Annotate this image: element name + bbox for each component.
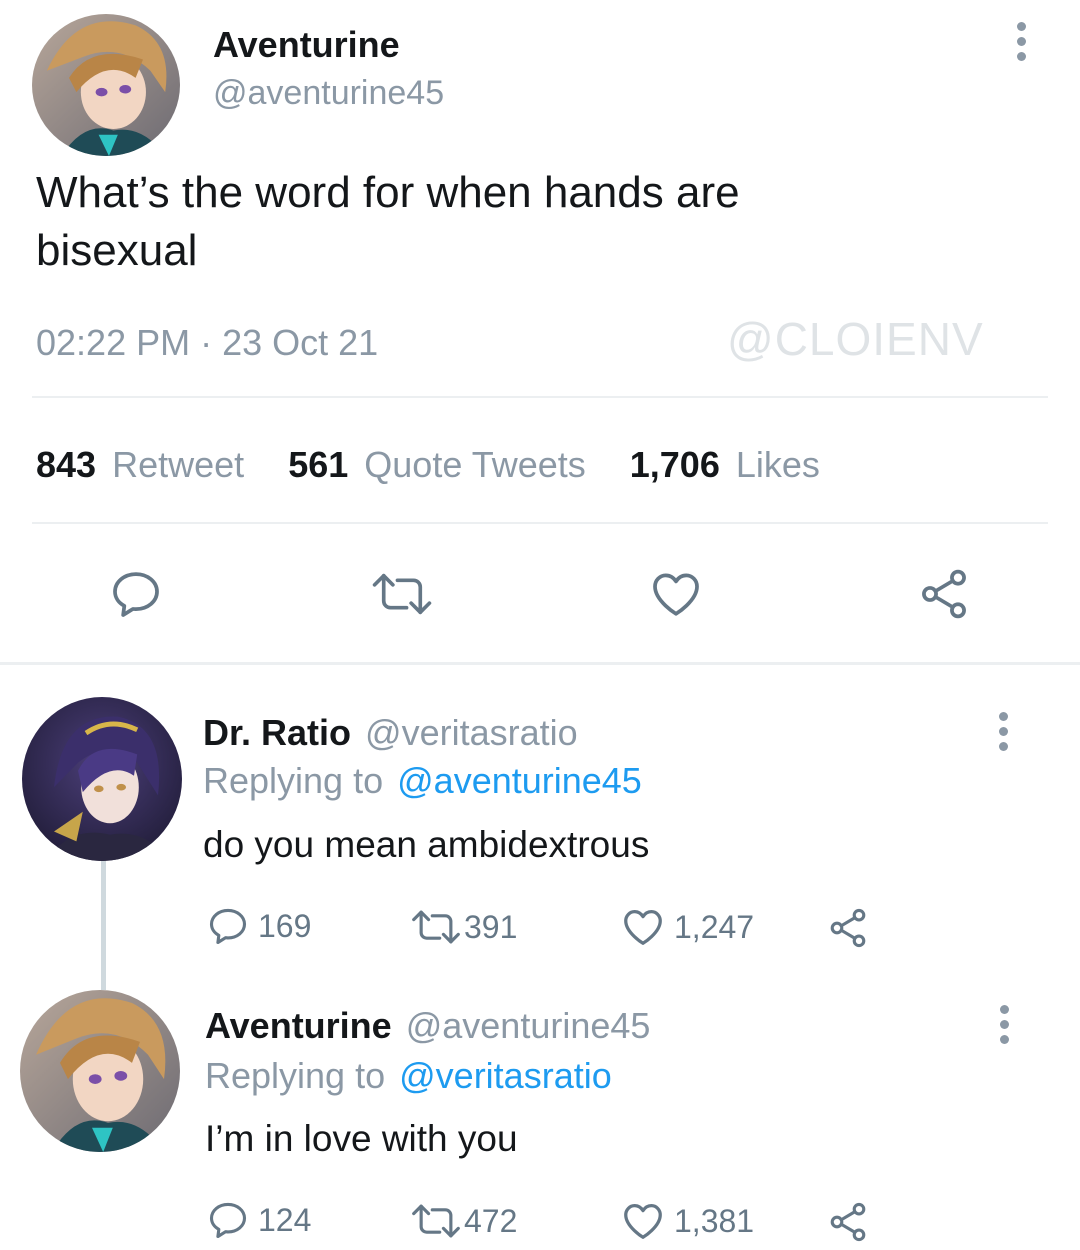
share-button[interactable] bbox=[916, 566, 972, 622]
reply-author-handle[interactable]: @aventurine45 bbox=[406, 1005, 651, 1046]
like-count: 1,381 bbox=[674, 1202, 755, 1239]
reply-count: 124 bbox=[258, 1201, 312, 1238]
author-avatar[interactable] bbox=[32, 14, 180, 156]
retweet-count: 391 bbox=[464, 908, 518, 945]
reply-author-name[interactable]: Aventurine bbox=[205, 1005, 392, 1046]
retweet-icon bbox=[412, 910, 460, 944]
reply-count: 169 bbox=[258, 907, 312, 944]
tweet-timestamp[interactable]: 02:22 PM · 23 Oct 21 bbox=[36, 322, 378, 364]
thread-line bbox=[101, 860, 106, 990]
reply-avatar[interactable] bbox=[22, 697, 182, 861]
reply-author-handle[interactable]: @veritasratio bbox=[365, 712, 578, 753]
retweet-icon bbox=[412, 1204, 460, 1238]
author-handle[interactable]: @aventurine45 bbox=[213, 74, 444, 113]
divider bbox=[32, 522, 1048, 524]
replying-to-label: Replying to bbox=[205, 1055, 386, 1096]
replying-to-link[interactable]: @aventurine45 bbox=[397, 760, 642, 801]
reply-author-name[interactable]: Dr. Ratio bbox=[203, 712, 351, 753]
replying-to-link[interactable]: @veritasratio bbox=[399, 1055, 612, 1096]
reply-icon bbox=[113, 572, 159, 617]
like-count[interactable]: 1,706 bbox=[630, 444, 720, 485]
more-options-icon[interactable] bbox=[1015, 22, 1027, 61]
reply-avatar[interactable] bbox=[20, 990, 180, 1152]
like-label[interactable]: Likes bbox=[736, 444, 820, 485]
like-button[interactable]: 1,247 bbox=[620, 904, 754, 950]
like-button[interactable] bbox=[648, 566, 704, 622]
retweet-label[interactable]: Retweet bbox=[112, 444, 244, 485]
tweet-text-line1: What’s the word for when hands are bbox=[36, 168, 740, 217]
quote-label[interactable]: Quote Tweets bbox=[364, 444, 585, 485]
quote-count[interactable]: 561 bbox=[288, 444, 348, 485]
retweet-count[interactable]: 843 bbox=[36, 444, 96, 485]
author-name[interactable]: Aventurine bbox=[213, 24, 400, 66]
replying-to-label: Replying to bbox=[203, 760, 384, 801]
reply-button[interactable]: 169 bbox=[206, 904, 311, 948]
like-count: 1,247 bbox=[674, 908, 755, 945]
more-options-icon[interactable] bbox=[998, 1005, 1010, 1044]
reply-button[interactable] bbox=[108, 566, 164, 622]
tweet-text-line2: bisexual bbox=[36, 226, 198, 275]
reply-icon bbox=[209, 1202, 247, 1239]
retweet-button[interactable] bbox=[370, 568, 434, 620]
replying-to: Replying to @veritasratio bbox=[205, 1055, 612, 1097]
like-icon bbox=[624, 910, 662, 945]
reply-text: I’m in love with you bbox=[205, 1118, 518, 1159]
retweet-count: 472 bbox=[464, 1202, 518, 1239]
share-icon bbox=[830, 908, 866, 948]
section-divider bbox=[0, 662, 1080, 665]
retweet-button[interactable]: 391 bbox=[410, 906, 517, 948]
share-icon bbox=[922, 569, 966, 619]
like-button[interactable]: 1,381 bbox=[620, 1198, 754, 1244]
share-button[interactable] bbox=[826, 906, 870, 950]
reply-header: Aventurine @aventurine45 bbox=[205, 1005, 650, 1047]
reply-header: Dr. Ratio @veritasratio bbox=[203, 712, 578, 754]
tweet-stats: 843 Retweet 561 Quote Tweets 1,706 Likes bbox=[36, 444, 820, 486]
more-options-icon[interactable] bbox=[997, 712, 1009, 751]
retweet-icon bbox=[372, 573, 432, 615]
divider bbox=[32, 396, 1048, 398]
watermark: @CLOIENV bbox=[727, 313, 984, 365]
share-button[interactable] bbox=[826, 1200, 870, 1244]
replying-to: Replying to @aventurine45 bbox=[203, 760, 642, 802]
share-icon bbox=[830, 1202, 866, 1242]
like-icon bbox=[624, 1204, 662, 1239]
retweet-button[interactable]: 472 bbox=[410, 1200, 517, 1242]
like-icon bbox=[653, 573, 699, 616]
reply-text: do you mean ambidextrous bbox=[203, 824, 650, 865]
reply-button[interactable]: 124 bbox=[206, 1198, 311, 1242]
reply-icon bbox=[209, 908, 247, 945]
